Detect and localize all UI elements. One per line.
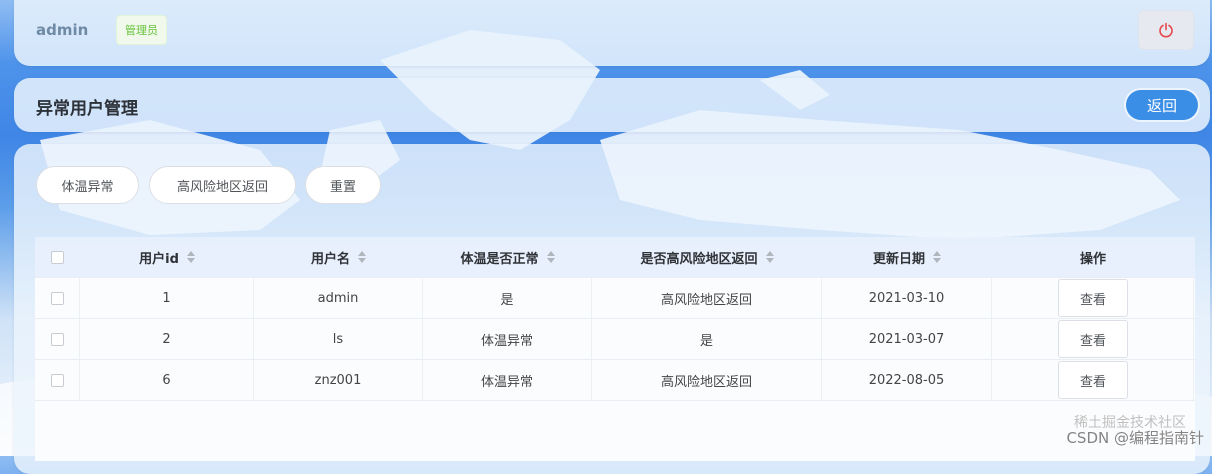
cell-username: admin	[254, 278, 423, 318]
filter-high-risk-return-button[interactable]: 高风险地区返回	[149, 166, 296, 204]
title-bar: 异常用户管理 返回	[14, 78, 1210, 132]
watermark-text: 稀土掘金技术社区 CSDN @编程指南针	[1066, 415, 1204, 448]
row-select-cell	[35, 319, 80, 359]
watermark-overlay: 稀土掘金技术社区	[1074, 415, 1186, 431]
column-header-username[interactable]: 用户名	[254, 237, 423, 277]
column-header-temperature[interactable]: 体温是否正常	[423, 237, 592, 277]
cell-high-risk: 高风险地区返回	[592, 278, 822, 318]
role-tag: 管理员	[116, 15, 167, 45]
table-row: 1 admin 是 高风险地区返回 2021-03-10 查看	[35, 278, 1195, 319]
content-panel: 体温异常 高风险地区返回 重置 用户id 用户名 体温是否正常 是否高风险地区返…	[14, 144, 1210, 474]
view-button[interactable]: 查看	[1058, 279, 1128, 317]
sort-icon[interactable]	[546, 251, 555, 263]
cell-update-date: 2021-03-10	[822, 278, 992, 318]
cell-temperature: 是	[423, 278, 592, 318]
row-checkbox[interactable]	[50, 373, 64, 387]
sort-icon[interactable]	[765, 251, 774, 263]
column-header-label: 体温是否正常	[460, 251, 539, 267]
column-header-high-risk[interactable]: 是否高风险地区返回	[592, 237, 822, 277]
table-row: 6 znz001 体温异常 高风险地区返回 2022-08-05 查看	[35, 360, 1195, 401]
cell-update-date: 2021-03-07	[822, 319, 992, 359]
filter-temperature-abnormal-button[interactable]: 体温异常	[36, 166, 139, 204]
cell-high-risk: 高风险地区返回	[592, 360, 822, 400]
cell-user-id: 1	[80, 278, 254, 318]
sort-icon[interactable]	[186, 251, 195, 263]
power-icon	[1159, 22, 1173, 38]
row-checkbox[interactable]	[50, 332, 64, 346]
column-header-update-date[interactable]: 更新日期	[822, 237, 992, 277]
row-select-cell	[35, 360, 80, 400]
cell-actions: 查看	[992, 278, 1194, 318]
back-button[interactable]: 返回	[1126, 90, 1198, 120]
username-label: admin	[36, 21, 89, 39]
select-all-cell	[35, 237, 80, 277]
select-all-checkbox[interactable]	[51, 250, 64, 264]
column-header-label: 用户id	[139, 251, 179, 267]
cell-temperature: 体温异常	[423, 360, 592, 400]
top-bar: admin 管理员	[14, 0, 1210, 66]
cell-user-id: 6	[80, 360, 254, 400]
cell-update-date: 2022-08-05	[822, 360, 992, 400]
cell-actions: 查看	[992, 360, 1194, 400]
column-header-label: 是否高风险地区返回	[640, 251, 758, 267]
abnormal-users-table: 用户id 用户名 体温是否正常 是否高风险地区返回 更新日期 操作 1 admi…	[35, 237, 1195, 461]
cell-high-risk: 是	[592, 319, 822, 359]
sort-icon[interactable]	[933, 251, 941, 263]
page-title: 异常用户管理	[36, 99, 138, 119]
view-button[interactable]: 查看	[1058, 361, 1128, 399]
cell-actions: 查看	[992, 319, 1194, 359]
cell-username: ls	[254, 319, 423, 359]
row-checkbox[interactable]	[50, 291, 64, 305]
column-header-user-id[interactable]: 用户id	[80, 237, 254, 277]
column-header-label: 操作	[1079, 251, 1106, 267]
logout-button[interactable]	[1138, 10, 1194, 50]
cell-temperature: 体温异常	[423, 319, 592, 359]
table-header-row: 用户id 用户名 体温是否正常 是否高风险地区返回 更新日期 操作	[35, 237, 1195, 278]
view-button[interactable]: 查看	[1058, 320, 1128, 358]
sort-icon[interactable]	[358, 251, 366, 263]
reset-button[interactable]: 重置	[305, 166, 381, 204]
column-header-actions: 操作	[992, 237, 1194, 277]
table-row: 2 ls 体温异常 是 2021-03-07 查看	[35, 319, 1195, 360]
cell-username: znz001	[254, 360, 423, 400]
column-header-label: 用户名	[310, 251, 350, 267]
column-header-label: 更新日期	[872, 251, 925, 267]
row-select-cell	[35, 278, 80, 318]
cell-user-id: 2	[80, 319, 254, 359]
table-empty-area	[35, 401, 1195, 461]
